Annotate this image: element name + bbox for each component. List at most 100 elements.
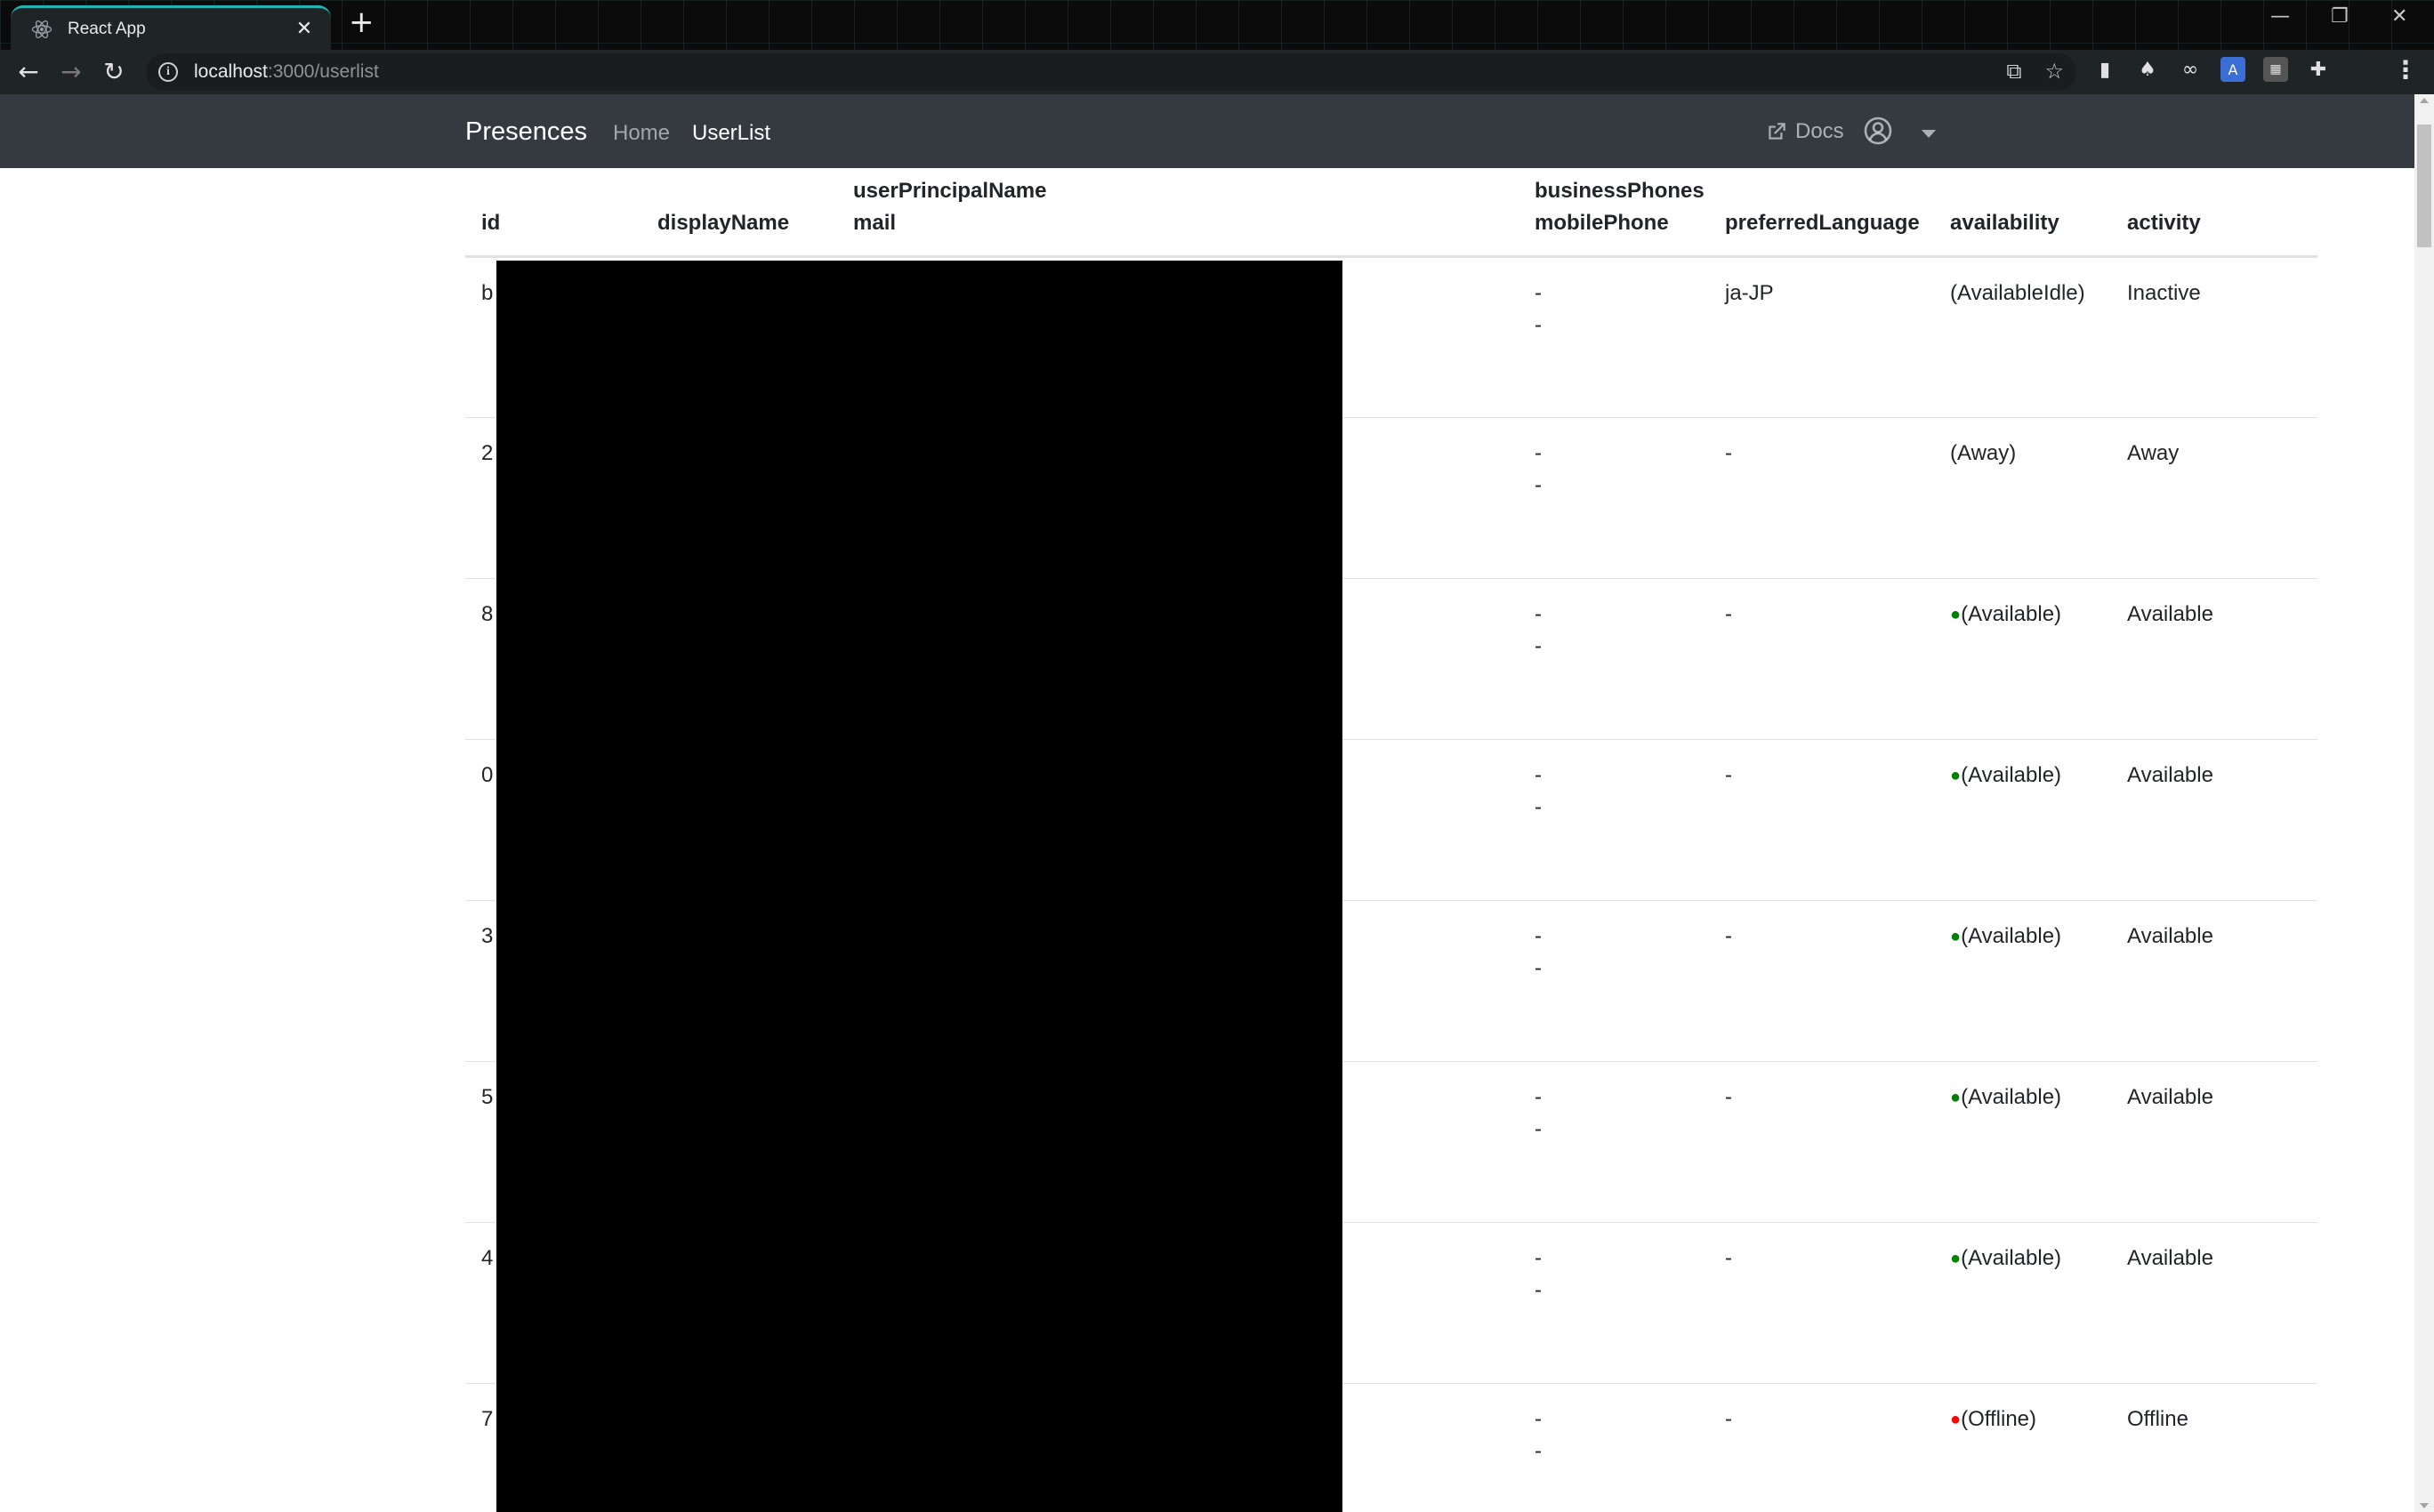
cell-activity: Available — [2111, 1222, 2317, 1384]
site-info-icon[interactable]: i — [158, 62, 178, 82]
extension-translate-icon[interactable]: A — [2220, 57, 2245, 82]
presence-dot-icon: ● — [1950, 927, 1962, 946]
cell-activity: Offline — [2127, 1407, 2188, 1431]
user-dropdown-caret-icon[interactable] — [1922, 130, 1936, 138]
cell-mobilephone: - — [1535, 1278, 1542, 1302]
browser-toolbar: ← → ↻ i localhost:3000/userlist ⧉ ☆ ▮ ♠ … — [0, 50, 2434, 94]
column-header-upn-mail: userPrincipalName mail — [837, 168, 1519, 258]
browser-menu-icon[interactable]: ⋮ — [2393, 55, 2418, 84]
cell-preferredlanguage: - — [1709, 1222, 1934, 1384]
cell-phones: -- — [1519, 256, 1709, 418]
cell-phones: -- — [1519, 1384, 1709, 1512]
scroll-down-arrow-icon[interactable] — [2420, 1503, 2429, 1508]
cell-businessphones: - — [1535, 924, 1542, 948]
cell-preferredlanguage: - — [1709, 900, 1934, 1062]
navbar-brand[interactable]: Presences — [465, 117, 587, 147]
column-header-displayname: displayName — [641, 168, 837, 258]
presence-dot-icon: ● — [1950, 1088, 1962, 1107]
extension-pin-icon[interactable]: ♠ — [2135, 57, 2160, 82]
cell-activity: Away — [2111, 417, 2317, 579]
cell-businessphones: - — [1535, 281, 1542, 305]
cell-mobilephone: - — [1535, 634, 1542, 658]
translate-icon[interactable]: ⧉ — [2006, 59, 2021, 84]
cell-availability: (Away) — [1934, 417, 2111, 579]
presence-dot-icon: ● — [1950, 766, 1962, 785]
cell-activity: Available — [2111, 578, 2317, 740]
docs-link[interactable]: Docs — [1765, 119, 1844, 144]
column-header-id: id — [465, 168, 641, 258]
availability-text: (AvailableIdle) — [1950, 281, 2085, 305]
tab-title: React App — [68, 19, 146, 38]
restore-button[interactable]: ❐ — [2331, 5, 2349, 28]
column-header-availability: availability — [1934, 168, 2111, 258]
cell-preferredlanguage: - — [1709, 578, 1934, 740]
presence-dot-icon: ● — [1950, 1410, 1962, 1429]
extension-screenshot-icon[interactable]: ▦ — [2263, 57, 2288, 82]
cell-mobilephone: - — [1535, 473, 1542, 497]
scroll-up-arrow-icon[interactable] — [2420, 98, 2429, 103]
column-header-phones: businessPhones mobilePhone — [1519, 168, 1709, 258]
cell-availability: ●(Available) — [1934, 1061, 2111, 1223]
cell-businessphones: - — [1535, 763, 1542, 787]
cell-availability: ●(Available) — [1934, 900, 2111, 1062]
nav-link-home[interactable]: Home — [613, 121, 670, 146]
cell-businessphones: - — [1535, 602, 1542, 626]
cell-activity: Available — [2111, 1061, 2317, 1223]
user-avatar-icon[interactable] — [1863, 116, 1893, 146]
nav-link-userlist[interactable]: UserList — [692, 121, 770, 146]
presence-dot-icon: ● — [1950, 605, 1962, 624]
availability-text: (Away) — [1950, 441, 2017, 465]
cell-availability: ●(Available) — [1934, 1222, 2111, 1384]
url-path: :3000/userlist — [267, 61, 379, 82]
tab-close-icon[interactable]: ✕ — [292, 18, 317, 40]
cell-availability: (AvailableIdle) — [1934, 256, 2111, 418]
back-icon[interactable]: ← — [12, 57, 44, 87]
extensions-area: ▮ ♠ ∞ A ▦ ✚ — [2092, 57, 2331, 82]
presence-dot-icon: ● — [1950, 1249, 1962, 1268]
extensions-puzzle-icon[interactable]: ✚ — [2306, 57, 2331, 82]
column-header-mobilephone: mobilePhone — [1535, 211, 1669, 235]
cell-phones: -- — [1519, 1061, 1709, 1223]
availability-text: (Available) — [1961, 602, 2062, 626]
external-link-icon — [1769, 123, 1785, 140]
column-header-userprincipalname: userPrincipalName — [853, 179, 1047, 203]
cell-availability: ●(Available) — [1934, 739, 2111, 901]
app-navbar: Presences Home UserList Docs — [0, 94, 2414, 168]
column-header-businessphones: businessPhones — [1535, 179, 1705, 203]
cell-phones: -- — [1519, 1222, 1709, 1384]
cell-businessphones: - — [1535, 1407, 1542, 1431]
cell-mobilephone: - — [1535, 1439, 1542, 1463]
cell-activity: Available — [2111, 739, 2317, 901]
cell-preferredlanguage: - — [1709, 1061, 1934, 1223]
new-tab-button[interactable]: + — [349, 7, 375, 37]
browser-tab-strip: React App ✕ + — ❐ ✕ — [0, 0, 2434, 50]
bookmark-star-icon[interactable]: ☆ — [2044, 59, 2064, 84]
forward-icon[interactable]: → — [55, 57, 87, 87]
extension-glasses-icon[interactable]: ∞ — [2178, 57, 2203, 82]
address-bar[interactable]: i localhost:3000/userlist ⧉ ☆ — [146, 53, 2076, 91]
column-header-activity: activity — [2111, 168, 2317, 258]
page-scrollbar[interactable] — [2414, 94, 2434, 1512]
availability-text: (Available) — [1961, 1085, 2062, 1109]
cell-preferredlanguage: - — [1725, 1407, 1732, 1431]
cell-mobilephone: - — [1535, 795, 1542, 819]
redaction-block — [496, 261, 1342, 1512]
cell-phones: -- — [1519, 900, 1709, 1062]
cell-businessphones: - — [1535, 1246, 1542, 1270]
reload-icon[interactable]: ↻ — [98, 57, 130, 87]
cell-availability: ●(Available) — [1934, 578, 2111, 740]
cell-phones: -- — [1519, 417, 1709, 579]
close-window-button[interactable]: ✕ — [2391, 5, 2407, 28]
availability-text: (Available) — [1961, 763, 2062, 787]
cell-preferredlanguage: - — [1709, 417, 1934, 579]
cell-businessphones: - — [1535, 1085, 1542, 1109]
browser-tab[interactable]: React App ✕ — [11, 5, 331, 50]
availability-text: (Available) — [1961, 1246, 2062, 1270]
url-text[interactable]: localhost:3000/userlist — [194, 61, 379, 83]
cell-activity: Available — [2111, 900, 2317, 1062]
cell-mobilephone: - — [1535, 1117, 1542, 1141]
url-host: localhost — [194, 61, 268, 82]
extension-book-icon[interactable]: ▮ — [2092, 57, 2117, 82]
minimize-button[interactable]: — — [2270, 5, 2290, 28]
scrollbar-thumb[interactable] — [2417, 125, 2431, 247]
